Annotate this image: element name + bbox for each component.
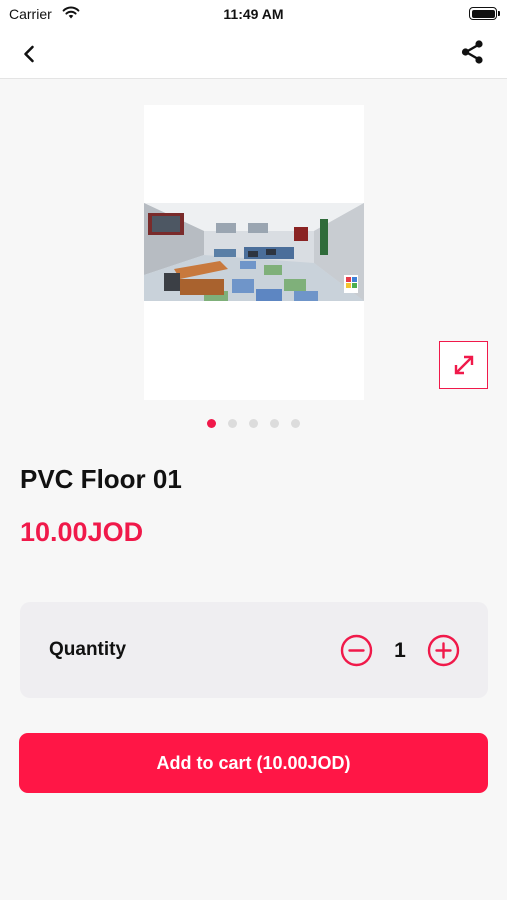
status-time: 11:49 AM <box>223 6 284 22</box>
quantity-label: Quantity <box>49 639 127 660</box>
carousel-dot[interactable] <box>270 419 279 428</box>
quantity-card: Quantity 1 <box>20 602 488 698</box>
product-price: 10.00JOD <box>20 517 144 547</box>
carousel-page-indicator <box>0 419 507 428</box>
add-to-cart-button[interactable]: Add to cart (10.00JOD) <box>19 733 488 793</box>
carousel-dot[interactable] <box>228 419 237 428</box>
plus-circle-icon <box>427 634 460 667</box>
product-image-carousel[interactable] <box>144 105 364 400</box>
expand-icon <box>454 355 473 375</box>
decrease-quantity-button[interactable] <box>340 634 373 667</box>
chevron-left-icon <box>24 45 34 63</box>
share-button[interactable] <box>459 38 487 66</box>
status-bar: Carrier 11:49 AM <box>0 0 507 28</box>
carousel-dot[interactable] <box>249 419 258 428</box>
back-button[interactable] <box>16 40 44 68</box>
battery-icon <box>469 7 500 20</box>
increase-quantity-button[interactable] <box>427 634 460 667</box>
carousel-dot[interactable] <box>207 419 216 428</box>
quantity-value: 1 <box>394 639 406 662</box>
product-title: PVC Floor 01 <box>20 464 182 494</box>
minus-circle-icon <box>340 634 373 667</box>
nav-bar <box>0 28 507 79</box>
carousel-dot[interactable] <box>291 419 300 428</box>
fullscreen-button[interactable] <box>439 341 488 389</box>
share-icon <box>461 40 483 64</box>
product-image <box>144 203 364 301</box>
